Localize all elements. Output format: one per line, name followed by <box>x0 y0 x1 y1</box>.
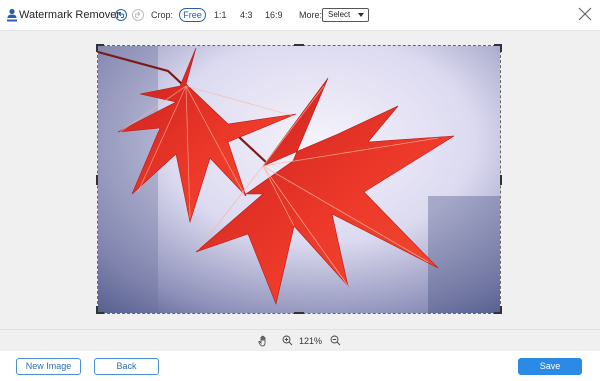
more-select-value: Select <box>328 10 351 19</box>
crop-handle-bottom-right-v[interactable] <box>500 306 502 314</box>
top-toolbar: Watermark Remover Crop: Free 1:1 4:3 16:… <box>0 0 600 31</box>
crop-option-4-3[interactable]: 4:3 <box>240 10 253 20</box>
crop-handle-right-mid[interactable] <box>500 175 502 185</box>
crop-handle-bottom-left-v[interactable] <box>96 306 98 314</box>
person-upload-icon <box>7 8 17 22</box>
crop-label: Crop: <box>151 10 174 20</box>
crop-handle-top-mid[interactable] <box>294 44 304 46</box>
bottom-bar: New Image Back Save <box>0 351 600 381</box>
undo-button[interactable] <box>115 9 127 21</box>
crop-handle-bottom-mid[interactable] <box>294 312 304 314</box>
back-button[interactable]: Back <box>94 358 159 375</box>
zoom-in-icon[interactable] <box>282 335 293 346</box>
zoom-out-icon[interactable] <box>330 335 341 346</box>
crop-option-16-9[interactable]: 16:9 <box>265 10 283 20</box>
crop-handle-top-right-v[interactable] <box>500 44 502 52</box>
zoom-bar: 121% <box>0 329 600 351</box>
crop-handle-top-left-v[interactable] <box>96 44 98 52</box>
hand-pan-icon[interactable] <box>258 335 269 347</box>
new-image-button[interactable]: New Image <box>16 358 81 375</box>
save-button[interactable]: Save <box>518 358 582 375</box>
redo-icon <box>134 11 141 18</box>
crop-option-free[interactable]: Free <box>179 8 206 22</box>
more-select[interactable]: Select <box>322 8 369 22</box>
close-icon[interactable] <box>577 6 593 22</box>
more-label: More: <box>299 10 323 20</box>
redo-button[interactable] <box>132 9 144 21</box>
chevron-down-icon <box>358 13 364 17</box>
crop-option-1-1[interactable]: 1:1 <box>214 10 227 20</box>
app-title: Watermark Remover <box>19 9 121 21</box>
undo-icon <box>118 11 125 18</box>
image-preview[interactable] <box>97 45 501 314</box>
crop-handle-left-mid[interactable] <box>96 175 98 185</box>
maple-leaf-photo <box>98 46 500 313</box>
zoom-level: 121% <box>299 336 323 346</box>
